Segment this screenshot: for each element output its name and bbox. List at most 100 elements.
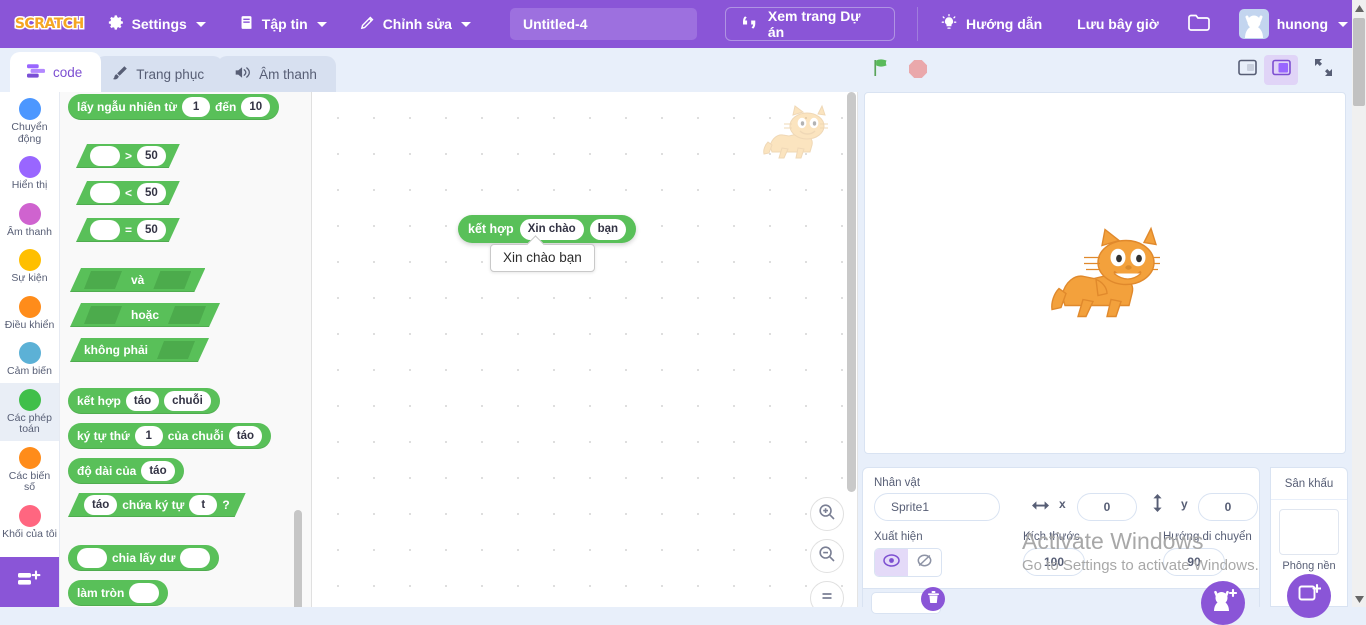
block-equals[interactable]: = 50: [76, 218, 180, 242]
category-operators[interactable]: Các phép toán: [0, 382, 59, 441]
menu-settings[interactable]: Settings: [97, 9, 217, 39]
palette-scrollbar[interactable]: [294, 510, 302, 607]
block-not[interactable]: không phải: [70, 338, 209, 362]
lt-right-input[interactable]: 50: [137, 183, 166, 203]
random-from-input[interactable]: 1: [182, 97, 211, 117]
join-b-input[interactable]: bạn: [589, 218, 627, 240]
delete-sprite-button[interactable]: [921, 587, 945, 611]
tab-code[interactable]: code: [10, 52, 102, 92]
zoom-in-button[interactable]: [810, 497, 844, 531]
scroll-up-arrow-icon[interactable]: [1352, 0, 1366, 16]
code-workspace[interactable]: kết hợp Xin chào bạn Xin chào bạn: [312, 92, 858, 607]
fullscreen-button[interactable]: [1306, 55, 1340, 85]
menu-edit[interactable]: Chỉnh sửa: [348, 9, 482, 39]
show-sprite-button[interactable]: [875, 549, 908, 576]
block-or[interactable]: hoặc: [70, 303, 220, 327]
modulo-right-input[interactable]: [180, 548, 211, 568]
category-color-dot: [18, 446, 41, 469]
block-join[interactable]: kết hợp táo chuỗi: [68, 388, 220, 414]
category-events[interactable]: Sự kiện: [0, 243, 59, 290]
length-string-input[interactable]: táo: [141, 461, 175, 481]
add-backdrop-button[interactable]: [1287, 574, 1331, 618]
category-sound[interactable]: Âm thanh: [0, 197, 59, 244]
category-label: Các biến số: [8, 469, 51, 493]
block-palette[interactable]: lấy ngẫu nhiên từ 1 đến 10 > 50 < 50 = 5…: [60, 92, 312, 607]
category-looks[interactable]: Hiển thị: [0, 150, 59, 197]
page-scrollbar-thumb[interactable]: [1353, 18, 1365, 106]
zoom-reset-button[interactable]: [810, 581, 844, 607]
join-a-input[interactable]: táo: [125, 391, 160, 411]
page-scrollbar[interactable]: [1352, 0, 1366, 607]
save-now-button[interactable]: Lưu bây giờ: [1077, 16, 1159, 32]
large-stage-button[interactable]: [1264, 55, 1298, 85]
category-control[interactable]: Điều khiển: [0, 290, 59, 337]
category-variables[interactable]: Các biến số: [0, 441, 59, 499]
letter-string-input[interactable]: táo: [228, 426, 262, 446]
y-position-input[interactable]: 0: [1198, 493, 1258, 521]
x-position-input[interactable]: 0: [1077, 493, 1137, 521]
workspace-vertical-scrollbar[interactable]: [847, 92, 856, 492]
contains-string-input[interactable]: táo: [84, 495, 117, 515]
category-color-dot: [18, 249, 41, 271]
chevron-down-icon: [195, 21, 206, 27]
random-to-input[interactable]: 10: [241, 97, 271, 117]
project-title-input[interactable]: Untitled-4: [509, 8, 697, 40]
folder-button[interactable]: [1187, 11, 1213, 38]
size-label: Kích thước: [1023, 531, 1080, 543]
tab-sounds[interactable]: Âm thanh: [217, 56, 336, 92]
dragged-join-block[interactable]: kết hợp Xin chào bạn: [458, 215, 637, 243]
sprite-scratch-cat[interactable]: [1050, 222, 1160, 325]
editor-tab-row: code Trang phục Âm thanh: [0, 48, 858, 92]
zoom-out-button[interactable]: [810, 539, 844, 573]
and-right-slot[interactable]: [153, 271, 191, 289]
menu-file[interactable]: Tập tin: [227, 9, 338, 39]
lt-left-input[interactable]: [90, 183, 120, 203]
view-project-page-button[interactable]: Xem trang Dự án: [724, 7, 896, 41]
or-right-slot[interactable]: [168, 306, 206, 324]
account-menu[interactable]: hunong: [1238, 9, 1348, 39]
stop-button[interactable]: [902, 54, 934, 86]
add-extension-button[interactable]: [0, 557, 59, 607]
backdrop-thumbnail[interactable]: [1279, 509, 1339, 555]
eq-left-input[interactable]: [90, 220, 120, 240]
round-input[interactable]: [129, 583, 160, 603]
stage-selector-title[interactable]: Sân khấu: [1271, 468, 1347, 500]
block-length-of[interactable]: độ dài của táo: [68, 458, 184, 484]
sprite-name-input[interactable]: Sprite1: [874, 493, 1000, 521]
small-stage-button[interactable]: [1230, 55, 1264, 85]
and-left-slot[interactable]: [84, 271, 122, 289]
block-pick-random[interactable]: lấy ngẫu nhiên từ 1 đến 10: [68, 94, 280, 120]
project-title-value: Untitled-4: [522, 16, 588, 32]
letter-index-input[interactable]: 1: [134, 426, 163, 446]
not-slot[interactable]: [157, 341, 195, 359]
category-sensing[interactable]: Cảm biến: [0, 336, 59, 383]
join-a-input[interactable]: Xin chào: [519, 218, 584, 240]
direction-input[interactable]: 90: [1163, 548, 1225, 576]
block-contains[interactable]: táo chứa ký tự t ?: [68, 493, 246, 517]
category-my-blocks[interactable]: Khối của tôi: [0, 499, 59, 546]
scroll-down-arrow-icon[interactable]: [1352, 591, 1366, 607]
block-modulo[interactable]: chia lấy dư: [68, 545, 220, 571]
sprite-list-strip[interactable]: [862, 581, 1260, 625]
scratch-logo[interactable]: SCRATCH: [12, 12, 87, 36]
modulo-left-input[interactable]: [77, 548, 107, 568]
add-sprite-button[interactable]: [1201, 581, 1245, 625]
block-round[interactable]: làm tròn: [68, 580, 169, 606]
contains-char-input[interactable]: t: [189, 495, 217, 515]
join-b-input[interactable]: chuỗi: [164, 391, 211, 411]
green-flag-button[interactable]: [866, 54, 898, 86]
eq-right-input[interactable]: 50: [137, 220, 166, 240]
hide-sprite-button[interactable]: [908, 549, 941, 576]
gt-right-input[interactable]: 50: [137, 146, 166, 166]
stage[interactable]: [864, 92, 1346, 454]
block-less-than[interactable]: < 50: [76, 181, 180, 205]
category-motion[interactable]: Chuyển động: [0, 92, 59, 150]
block-and[interactable]: và: [70, 268, 205, 292]
or-left-slot[interactable]: [84, 306, 122, 324]
size-input[interactable]: 100: [1023, 548, 1085, 576]
gt-left-input[interactable]: [90, 146, 120, 166]
tab-costumes[interactable]: Trang phục: [95, 56, 224, 92]
menu-tutorials[interactable]: Hướng dẫn: [928, 9, 1053, 39]
block-letter-of[interactable]: ký tự thứ 1 của chuỗi táo: [68, 423, 271, 449]
block-greater-than[interactable]: > 50: [76, 144, 180, 168]
